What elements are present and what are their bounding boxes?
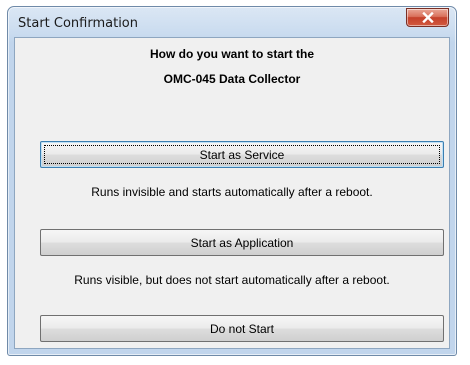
dialog-heading-line2: OMC-045 Data Collector [163,72,301,86]
dialog-content: How do you want to start the OMC-045 Dat… [14,37,450,349]
start-as-application-label: Start as Application [190,235,294,250]
start-as-application-button[interactable]: Start as Application [40,229,444,256]
start-as-service-button[interactable]: Start as Service [40,141,444,168]
title-bar[interactable]: Start Confirmation [8,7,456,37]
close-button[interactable] [406,8,449,27]
application-description: Runs visible, but does not start automat… [74,273,390,287]
close-icon [421,12,434,23]
service-description: Runs invisible and starts automatically … [91,185,373,199]
start-as-service-label: Start as Service [199,147,285,162]
do-not-start-label: Do not Start [209,321,275,336]
dialog-window: Start Confirmation How do you want to st… [7,6,457,356]
dialog-heading-line1: How do you want to start the [150,47,314,61]
window-title: Start Confirmation [18,16,138,31]
do-not-start-button[interactable]: Do not Start [40,315,444,342]
